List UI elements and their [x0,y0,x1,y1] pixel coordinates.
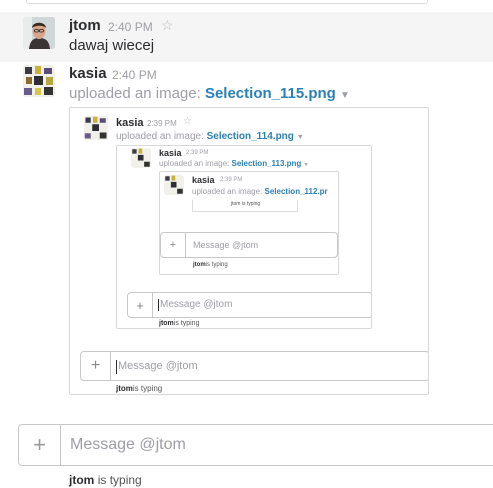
typing-indicator: jtomis typing [193,262,228,268]
avatar-jtom[interactable] [23,17,55,49]
composer-placeholder: Message @jtom [118,360,198,372]
caret-down-icon: ▼ [296,134,304,141]
avatar-kasia [164,175,184,195]
message-composer: + Message @jtom [127,292,371,318]
avatar-kasia [131,148,151,168]
image-preview-nested: jtom is typing [192,200,298,212]
composer-placeholder: Message @jtom [160,299,233,310]
upload-prefix: uploaded an image: [69,85,201,102]
typing-suffix: is typing [97,473,142,487]
message-composer: + Message @jtom [160,232,338,258]
typing-indicator: jtom is typing [231,201,261,207]
message-composer: + Message @jtom [80,351,428,381]
typing-suffix: is typing [205,262,228,268]
message-timestamp[interactable]: 2:40 PM [112,68,157,82]
typing-indicator: jtomis typing [159,320,199,327]
plus-icon: + [161,233,186,257]
star-outline-icon: ☆ [183,116,192,127]
message-input[interactable]: + Message @jtom [18,424,493,466]
sender-name: kasia [192,175,215,185]
file-link: Selection_114.png [206,131,294,142]
caret-down-icon[interactable]: ▼ [340,90,350,101]
message-text: dawaj wiecej [69,37,155,54]
typing-suffix: is typing [173,320,200,327]
typing-user: jtom [193,262,206,268]
message-input-placeholder[interactable]: Message @jtom [70,436,186,454]
typing-user: jtom [159,320,174,327]
file-link[interactable]: Selection_115.png [205,85,336,102]
upload-prefix: uploaded an image: [192,187,263,196]
text-cursor [158,299,159,311]
sender-name[interactable]: jtom [69,17,101,34]
upload-line: uploaded an image: Selection_113.png ▼ [159,159,309,168]
typing-user: jtom [116,384,133,393]
avatar-kasia[interactable] [23,65,55,97]
composer-placeholder: Message @jtom [193,240,259,250]
sender-name[interactable]: kasia [69,65,107,82]
upload-line: uploaded an image: Selection_115.png ▼ [69,85,350,102]
typing-indicator: jtomis typing [116,384,162,393]
sender-name: kasia [159,148,182,158]
message-timestamp: 2:39 PM [220,177,243,183]
caret-down-icon: ▼ [303,162,309,168]
sender-name: kasia [116,117,144,129]
image-preview-nested: kasia 2:39 PM uploaded an image: Selecti… [116,145,372,329]
previous-message-edge [0,0,493,6]
image-preview-nested: kasia 2:39 PM uploaded an image: Selecti… [159,171,339,275]
message-timestamp: 2:39 PM [186,150,209,156]
plus-icon: + [81,352,111,380]
upload-line: uploaded an image: Selection_112.pr [192,187,328,196]
star-outline-icon[interactable]: ☆ [161,17,174,34]
message-jtom[interactable]: jtom 2:40 PM ☆ dawaj wiecej [0,12,493,62]
plus-icon: + [128,293,153,317]
message-kasia[interactable]: kasia 2:40 PM uploaded an image: Selecti… [0,62,493,402]
typing-suffix: is typing [132,384,163,393]
text-cursor [116,360,117,374]
file-link: Selection_113.png [231,159,302,168]
plus-icon[interactable]: + [19,425,61,465]
typing-user: jtom [69,473,95,487]
avatar-kasia [84,116,108,140]
image-preview[interactable]: kasia 2:39 PM ☆ uploaded an image: Selec… [69,107,429,395]
upload-prefix: uploaded an image: [116,131,204,142]
typing-indicator: jtom is typing [69,473,142,487]
file-link: Selection_112.pr [264,187,328,196]
message-timestamp: 2:39 PM [147,119,177,128]
upload-prefix: uploaded an image: [159,159,230,168]
upload-line: uploaded an image: Selection_114.png ▼ [116,131,304,142]
message-timestamp[interactable]: 2:40 PM [108,20,153,34]
